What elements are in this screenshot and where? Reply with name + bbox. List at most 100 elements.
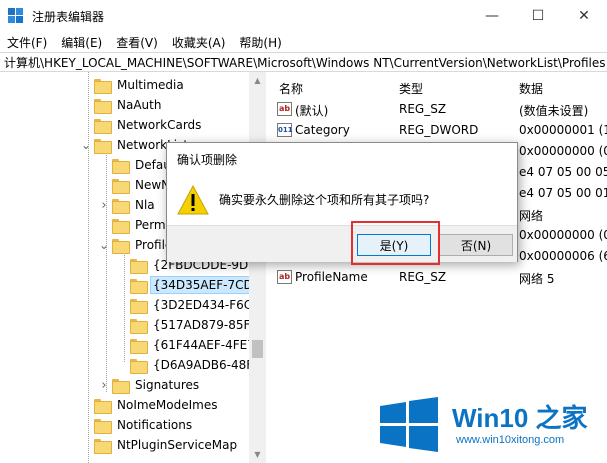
tree-item[interactable]: NaAuth — [80, 95, 164, 115]
value-name: Category — [295, 123, 350, 137]
tree-scrollbar[interactable]: ▲ ▼ — [249, 72, 266, 463]
watermark: Win10 之家 www.win10xitong.com — [376, 390, 607, 463]
watermark-url: www.win10xitong.com — [456, 434, 565, 446]
value-data: 0x00000001 (1) — [519, 123, 607, 137]
value-name: ProfileName — [295, 270, 368, 284]
confirm-delete-dialog: 确认项删除 确实要永久删除这个项和所有其子项吗? 是(Y) 否(N) — [166, 142, 518, 262]
tree-item[interactable]: › Nla — [98, 195, 158, 215]
folder-icon — [112, 198, 130, 214]
chevron-right-icon[interactable]: › — [98, 378, 110, 393]
title-bar: 注册表编辑器 — ☐ ✕ — [0, 0, 607, 32]
tree-item-label: NetworkCards — [117, 118, 202, 132]
scroll-up-icon[interactable]: ▲ — [249, 72, 266, 89]
tree-item[interactable]: NetworkCards — [80, 115, 204, 135]
folder-icon — [130, 318, 148, 334]
tree-item-label: NoImeModeImes — [117, 398, 218, 412]
string-value-icon: ab — [277, 102, 292, 116]
scroll-down-icon[interactable]: ▼ — [249, 446, 266, 463]
tree-item[interactable]: › Signatures — [98, 375, 202, 395]
scroll-thumb[interactable] — [252, 340, 263, 358]
folder-icon — [112, 158, 130, 174]
tree-item[interactable]: Multimedia — [80, 75, 187, 95]
tree-item-label: Signatures — [135, 378, 200, 392]
value-data: e4 07 05 00 05 — [519, 165, 607, 179]
menu-file[interactable]: 文件(F) — [0, 34, 54, 51]
folder-icon — [112, 218, 130, 234]
value-row[interactable]: ab ProfileName REG_SZ 网络 5 — [271, 267, 607, 288]
key-tree[interactable]: Multimedia NaAuth NetworkCards ⌄ NetworkList… — [0, 72, 266, 463]
tree-item-label: NtPluginServiceMap — [117, 438, 238, 452]
value-name: (默认) — [295, 104, 329, 118]
tree-item[interactable]: {3D2ED434-F6C5 — [116, 295, 263, 315]
tree-item[interactable]: {517AD879-85F7- — [116, 315, 265, 335]
watermark-brand: Win10 之家 — [452, 403, 588, 433]
maximize-icon: ☐ — [531, 8, 545, 24]
column-name[interactable]: 名称 — [279, 80, 303, 97]
value-data: 网络 — [519, 209, 544, 223]
value-data: e4 07 05 00 01 — [519, 186, 607, 200]
no-button[interactable]: 否(N) — [439, 234, 513, 256]
close-button[interactable]: ✕ — [561, 0, 607, 32]
dialog-body: 确实要永久删除这个项和所有其子项吗? — [167, 173, 517, 225]
address-bar[interactable]: 计算机\HKEY_LOCAL_MACHINE\SOFTWARE\Microsof… — [0, 52, 607, 72]
chevron-down-icon[interactable]: ⌄ — [98, 238, 110, 252]
window-controls: — ☐ ✕ — [469, 0, 607, 32]
tree-item[interactable]: {34D35AEF-7CD2 — [116, 275, 264, 295]
dialog-title: 确认项删除 — [177, 153, 238, 167]
address-path: 计算机\HKEY_LOCAL_MACHINE\SOFTWARE\Microsof… — [4, 55, 606, 70]
value-type: REG_DWORD — [399, 123, 479, 137]
menu-help[interactable]: 帮助(H) — [232, 34, 288, 51]
minimize-button[interactable]: — — [469, 0, 515, 32]
menu-favorites[interactable]: 收藏夹(A) — [165, 34, 233, 51]
value-data: 0x00000000 (0) — [519, 228, 607, 242]
value-row[interactable]: 011 Category REG_DWORD 0x00000001 (1) — [271, 120, 607, 141]
tree-item[interactable]: Notifications — [80, 415, 195, 435]
tree-item[interactable]: NoImeModeImes — [80, 395, 221, 415]
tree-item-label: {34D35AEF-7CD2 — [150, 276, 264, 294]
tree-item[interactable]: NtPluginServiceMap — [80, 435, 240, 455]
string-value-icon: ab — [277, 270, 292, 284]
folder-icon — [94, 98, 112, 114]
folder-icon — [94, 118, 112, 134]
column-type[interactable]: 类型 — [399, 80, 423, 97]
menu-bar: 文件(F) 编辑(E) 查看(V) 收藏夹(A) 帮助(H) — [0, 32, 607, 52]
chevron-right-icon[interactable]: › — [98, 198, 110, 213]
value-row[interactable]: ab (默认) REG_SZ (数值未设置) — [271, 99, 607, 120]
folder-icon — [94, 78, 112, 94]
folder-icon — [130, 258, 148, 274]
red-highlight-box — [351, 221, 440, 265]
minimize-icon: — — [485, 8, 499, 24]
folder-icon — [130, 338, 148, 354]
list-header: 名称 类型 数据 — [271, 72, 607, 100]
folder-icon — [94, 438, 112, 454]
chevron-down-icon[interactable]: ⌄ — [80, 138, 92, 152]
tree-item-label: Nla — [135, 198, 155, 212]
tree-item[interactable]: {D6A9ADB6-48F4 — [116, 355, 264, 375]
window-title: 注册表编辑器 — [32, 9, 105, 24]
menu-view[interactable]: 查看(V) — [109, 34, 165, 51]
column-data[interactable]: 数据 — [519, 80, 543, 97]
value-type: REG_SZ — [399, 102, 447, 116]
close-icon: ✕ — [578, 8, 590, 24]
tree-item[interactable]: {61F44AEF-4FE7- — [116, 335, 262, 355]
value-type: REG_SZ — [399, 270, 447, 284]
value-data: (数值未设置) — [519, 104, 589, 118]
dialog-message: 确实要永久删除这个项和所有其子项吗? — [219, 193, 430, 207]
folder-icon — [94, 138, 112, 154]
maximize-button[interactable]: ☐ — [515, 0, 561, 32]
windows-logo-icon — [380, 397, 438, 452]
tree-item-label: {3D2ED434-F6C5 — [153, 298, 260, 312]
menu-edit[interactable]: 编辑(E) — [54, 34, 109, 51]
